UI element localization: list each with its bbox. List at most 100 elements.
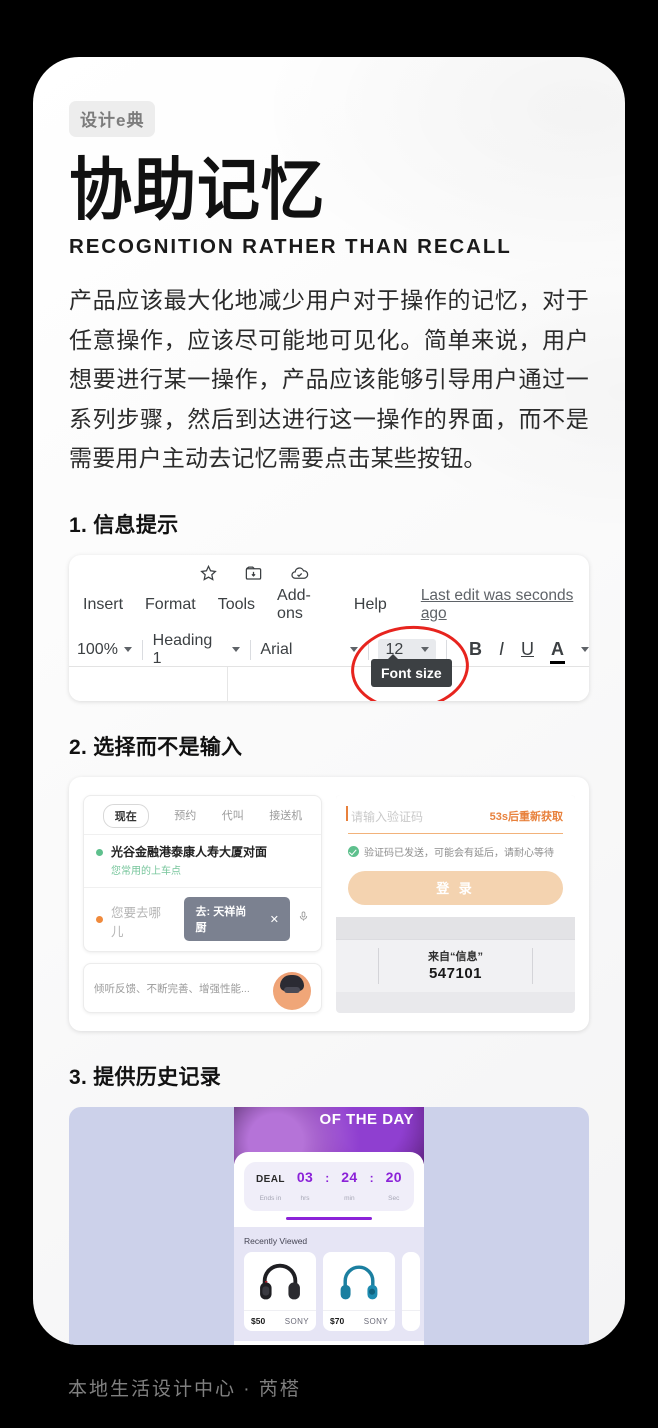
chevron-down-icon — [421, 647, 430, 653]
ride-tab-airport[interactable]: 接送机 — [269, 807, 302, 825]
ride-card: 现在 预约 代叫 接送机 光谷金融港泰康人寿大厦对面 您常用的上车点 您要去哪儿 — [83, 794, 322, 953]
pickup-hint: 您常用的上车点 — [111, 866, 181, 878]
deal-label-block: DEAL Ends in — [256, 1169, 285, 1205]
countdown-separator: : — [325, 1171, 330, 1186]
resend-countdown-button[interactable]: 53s后重新获取 — [490, 808, 563, 824]
italic-button[interactable]: I — [499, 639, 504, 660]
sms-code[interactable]: 547101 — [336, 965, 575, 982]
paragraph-style-value: Heading 1 — [152, 631, 213, 667]
page-footer: 本地生活设计中心 · 芮榙 — [68, 1379, 301, 1400]
close-icon[interactable]: ✕ — [270, 913, 279, 926]
progress-indicator — [286, 1217, 372, 1221]
avatar — [273, 972, 311, 1011]
countdown-seconds: 20 — [385, 1169, 402, 1186]
ride-tab-proxy[interactable]: 代叫 — [222, 807, 244, 825]
gdocs-icon-row — [69, 555, 589, 583]
product-price: $50 — [251, 1316, 266, 1327]
paragraph-style-selector[interactable]: Heading 1 — [153, 632, 240, 668]
otp-input-row[interactable]: 请输入验证码 53s后重新获取 — [345, 805, 563, 834]
brand-badge: 设计e典 — [69, 101, 156, 137]
recently-viewed-title: Recently Viewed — [244, 1236, 308, 1247]
product-meta: $70 SONY — [323, 1310, 395, 1331]
deal-label-sub: Ends in — [259, 1195, 282, 1203]
phone-card: 设计e典 协助记忆 RECOGNITION RATHER THAN RECALL… — [33, 57, 625, 1345]
chevron-down-icon — [231, 647, 240, 653]
bold-button[interactable]: B — [469, 639, 482, 660]
cloud-done-icon — [289, 564, 310, 583]
countdown-minutes-block: 24 min — [341, 1169, 357, 1205]
ride-tab-reserve[interactable]: 预约 — [174, 807, 196, 825]
section-heading-3: 3. 提供历史记录 — [69, 1066, 222, 1090]
product-brand: SONY — [363, 1316, 388, 1326]
destination-row[interactable]: 您要去哪儿 去: 天祥尚厨 ✕ — [84, 887, 321, 951]
gdocs-screenshot: Insert Format Tools Add-ons Help Last ed… — [69, 554, 589, 701]
countdown-separator: : — [369, 1171, 374, 1186]
zoom-selector[interactable]: 100% — [77, 641, 132, 659]
toolbar-divider — [249, 639, 251, 660]
ride-tabs: 现在 预约 代叫 接送机 — [84, 796, 321, 834]
countdown-hours-unit: hrs — [300, 1195, 310, 1203]
chevron-down-icon — [123, 647, 132, 653]
pickup-address: 光谷金融港泰康人寿大厦对面 — [111, 844, 268, 859]
voice-input-icon[interactable] — [298, 909, 309, 929]
last-edit-status[interactable]: Last edit was seconds ago — [421, 587, 589, 623]
page-title: 协助记忆 — [69, 152, 325, 229]
menu-item-insert[interactable]: Insert — [83, 596, 123, 614]
toolbar-divider — [446, 639, 447, 660]
hero-title: OF THE DAY — [319, 1111, 414, 1129]
section-heading-2: 2. 选择而不是输入 — [69, 735, 243, 759]
countdown-seconds-block: 20 Sec — [386, 1169, 402, 1205]
pickup-row[interactable]: 光谷金融港泰康人寿大厦对面 您常用的上车点 — [84, 833, 321, 887]
product-meta-partial — [402, 1310, 420, 1321]
countdown-hours: 03 — [296, 1169, 314, 1186]
destination-placeholder: 您要去哪儿 — [111, 905, 162, 939]
pickup-dot-icon — [96, 848, 103, 856]
countdown-minutes: 24 — [341, 1169, 358, 1186]
star-icon[interactable] — [199, 564, 218, 583]
countdown-seconds-unit: Sec — [388, 1195, 400, 1203]
text-color-button[interactable]: A — [549, 639, 565, 665]
font-family-selector[interactable]: Arial — [260, 641, 358, 659]
product-card[interactable]: $50 SONY — [244, 1252, 316, 1332]
toolbar-divider — [367, 639, 369, 660]
ride-tab-now[interactable]: 现在 — [102, 803, 149, 828]
sms-suggestion-bar[interactable]: 来自“信息” 547101 — [336, 938, 575, 992]
chevron-down-icon — [349, 647, 358, 653]
section-3-screenshot: OF THE DAY DEAL Ends in 03 hrs : 24 min — [69, 1107, 589, 1345]
product-thumb-partial — [402, 1252, 420, 1310]
underline-button[interactable]: U — [521, 639, 534, 660]
document-page-area — [69, 665, 589, 701]
destination-dot-icon — [96, 915, 103, 923]
otp-input[interactable]: 请输入验证码 — [345, 805, 423, 825]
headphone-icon — [323, 1252, 395, 1310]
otp-login-app: 请输入验证码 53s后重新获取 验证码已发送，可能会有延后，请耐心等待 登 录 … — [336, 794, 575, 1014]
countdown-minutes-unit: min — [344, 1195, 355, 1203]
move-to-folder-icon[interactable] — [244, 564, 263, 583]
deal-countdown: DEAL Ends in 03 hrs : 24 min : 20 Sec — [244, 1162, 414, 1212]
product-card[interactable]: $70 SONY — [323, 1252, 395, 1332]
ride-hailing-app: 现在 预约 代叫 接送机 光谷金融港泰康人寿大厦对面 您常用的上车点 您要去哪儿 — [83, 794, 322, 1014]
toolbar-divider — [141, 639, 143, 660]
check-circle-icon — [348, 845, 359, 857]
text-format-group: B I U A — [469, 639, 589, 665]
recently-viewed-section: Recently Viewed $50 SONY $70 SONY — [234, 1227, 424, 1342]
menu-item-addons[interactable]: Add-ons — [277, 587, 332, 623]
zoom-value: 100% — [77, 640, 118, 658]
product-card-partial[interactable] — [402, 1252, 420, 1332]
destination-suggestion-bubble[interactable]: 去: 天祥尚厨 ✕ — [184, 897, 290, 942]
menu-item-tools[interactable]: Tools — [218, 596, 255, 614]
login-button[interactable]: 登 录 — [348, 870, 563, 905]
gdocs-formatting-toolbar: 100% Heading 1 Arial 12 B I U A Font siz… — [69, 620, 589, 701]
shopping-app: OF THE DAY DEAL Ends in 03 hrs : 24 min — [234, 1107, 424, 1345]
ride-feedback-bar[interactable]: 倾听反馈、不断完善、增强性能... — [83, 963, 322, 1014]
menu-item-help[interactable]: Help — [354, 596, 387, 614]
product-brand: SONY — [284, 1316, 309, 1326]
chevron-down-icon — [580, 647, 589, 653]
gdocs-menubar: Insert Format Tools Add-ons Help Last ed… — [69, 583, 589, 623]
otp-note-text: 验证码已发送，可能会有延后，请耐心等待 — [364, 847, 554, 859]
feedback-text: 倾听反馈、不断完善、增强性能... — [94, 982, 250, 995]
section-2-screenshot: 现在 预约 代叫 接送机 光谷金融港泰康人寿大厦对面 您常用的上车点 您要去哪儿 — [69, 776, 589, 1032]
otp-note: 验证码已发送，可能会有延后，请耐心等待 — [348, 844, 563, 859]
menu-item-format[interactable]: Format — [145, 596, 196, 614]
deal-sheet: DEAL Ends in 03 hrs : 24 min : 20 Sec Re… — [234, 1152, 424, 1345]
